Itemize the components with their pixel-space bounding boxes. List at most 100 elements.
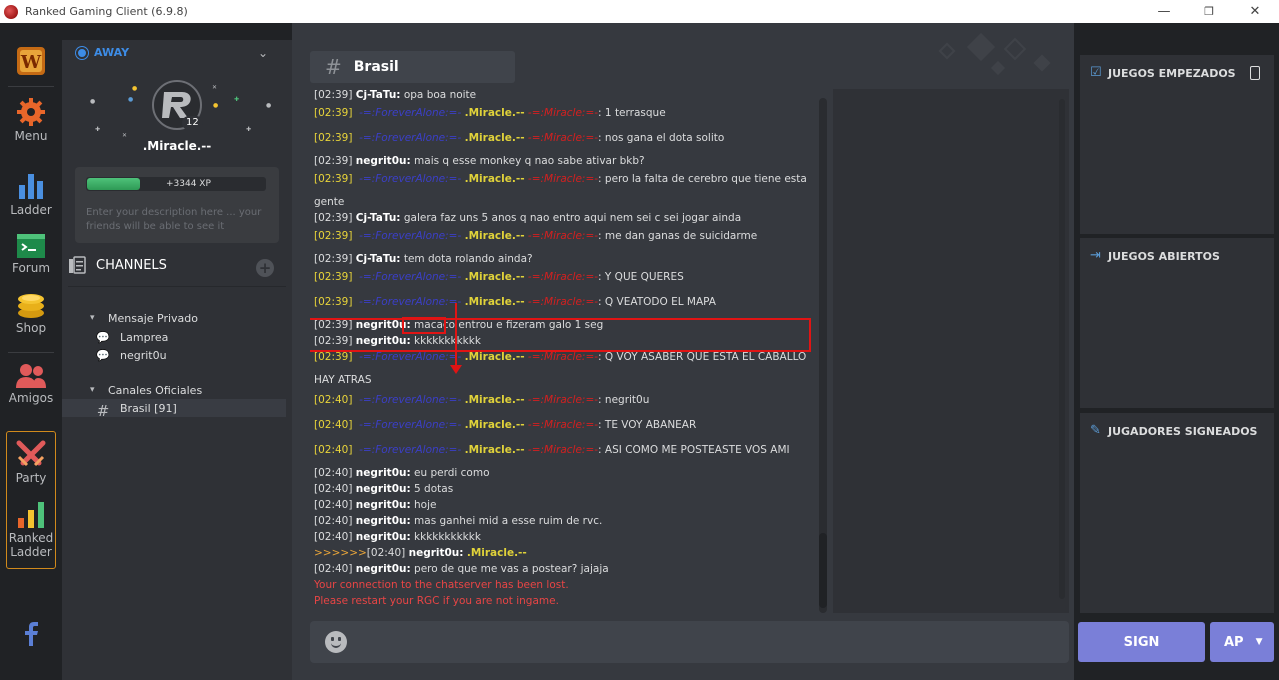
chevron-down-icon: ▾ — [90, 385, 95, 395]
chevron-down-icon: ▼ — [1255, 637, 1263, 647]
friends-button[interactable]: Amigos — [0, 363, 62, 405]
message-list: [02:39] Cj-TaTu: opa boa noite [02:39] -… — [310, 89, 820, 613]
group-label: Canales Oficiales — [108, 383, 203, 397]
ladder-label: Ladder — [10, 203, 52, 217]
chat-message: [02:39] -=:ForeverAlone:=- .Miracle.-- -… — [314, 173, 807, 208]
forum-button[interactable]: Forum — [0, 233, 62, 275]
message-input[interactable] — [310, 621, 1069, 663]
game-logo-button[interactable]: W — [0, 45, 62, 77]
chat-message: [02:39] -=:ForeverAlone:=- .Miracle.-- -… — [314, 296, 716, 308]
restore-button[interactable]: ❐ — [1186, 0, 1232, 23]
chat-message: [02:39] negrit0u: mais q esse monkey q n… — [314, 155, 645, 167]
hash-icon: # — [325, 55, 342, 79]
minimize-button[interactable]: — — [1141, 0, 1187, 23]
highlight-box — [310, 318, 811, 352]
user-list-panel — [833, 89, 1069, 613]
hash-icon: # — [96, 402, 110, 420]
signed-players-list — [1080, 449, 1274, 613]
chat-message: [02:40] negrit0u: hoje — [314, 499, 437, 511]
chevron-down-icon[interactable]: ⌄ — [258, 46, 268, 60]
sparkle-icon: ✚ — [234, 96, 240, 103]
chat-message: [02:39] Cj-TaTu: galera faz uns 5 anos q… — [314, 212, 742, 224]
ap-label: AP — [1224, 634, 1244, 650]
private-messages-toggle[interactable]: ▾ Mensaje Privado — [90, 310, 286, 326]
status-label: AWAY — [94, 46, 130, 59]
away-status-icon — [76, 46, 88, 59]
sparkle-icon: ✚ — [95, 126, 101, 133]
sparkle-icon: ✕ — [212, 84, 218, 91]
window-title: Ranked Gaming Client (6.9.8) — [25, 5, 188, 18]
nav-rail: W Menu Ladder Forum Shop Amigos Party Ra… — [0, 23, 62, 680]
status-selector[interactable]: AWAY — [76, 46, 129, 59]
chat-panel: # Brasil [02:39] Cj-TaTu: opa boa noite … — [292, 23, 1074, 680]
toggle-switch[interactable] — [1250, 66, 1260, 80]
chat-message: [02:40] negrit0u: 5 dotas — [314, 483, 454, 495]
started-games-list — [1080, 91, 1274, 234]
chat-message: [02:40] negrit0u: eu perdi como — [314, 467, 490, 479]
party-button[interactable]: Party — [0, 439, 62, 485]
section-title: JUGADORES SIGNEADOS — [1108, 424, 1258, 438]
menu-label: Menu — [14, 129, 48, 143]
chat-message: [02:39] -=:ForeverAlone:=- .Miracle.-- -… — [314, 230, 758, 242]
signed-players-header[interactable]: ✎ JUGADORES SIGNEADOS — [1080, 413, 1274, 449]
pm-item-lamprea[interactable]: 💬 Lamprea — [62, 328, 286, 346]
highlight-word-box — [402, 317, 446, 334]
channel-tab[interactable]: # Brasil — [310, 51, 515, 83]
crossed-swords-icon — [16, 440, 46, 467]
started-games-header[interactable]: ☑ JUEGOS EMPEZADOS — [1080, 55, 1274, 91]
ap-dropdown-button[interactable]: AP ▼ — [1210, 622, 1274, 662]
close-button[interactable]: ✕ — [1232, 0, 1278, 23]
chevron-down-icon: ▾ — [90, 313, 95, 323]
xp-label: +3344 XP — [166, 179, 211, 189]
chat-bubble-icon: 💬 — [96, 349, 110, 362]
error-message: Please restart your RGC if you are not i… — [314, 595, 559, 607]
sign-button[interactable]: SIGN — [1078, 622, 1205, 662]
rail-divider — [8, 86, 54, 87]
annotation-arrow-head — [450, 365, 462, 374]
section-title: JUEGOS EMPEZADOS — [1108, 66, 1236, 80]
facebook-button[interactable] — [0, 621, 62, 647]
chat-message: [02:40] -=:ForeverAlone:=- .Miracle.-- -… — [314, 419, 697, 431]
pm-label: negrit0u — [120, 348, 167, 362]
chat-message: [02:40] negrit0u: mas ganhei mid a esse … — [314, 515, 603, 527]
rail-divider — [8, 352, 54, 353]
chat-message: [02:40] negrit0u: pero de que me vas a p… — [314, 563, 609, 575]
official-channels-toggle[interactable]: ▾ Canales Oficiales — [90, 382, 286, 398]
friends-label: Amigos — [8, 391, 54, 405]
error-message: Your connection to the chatserver has be… — [314, 579, 569, 591]
chat-message: [02:40] -=:ForeverAlone:=- .Miracle.-- -… — [314, 444, 790, 456]
channel-item-brasil[interactable]: # Brasil [91] — [62, 399, 286, 420]
add-channel-button[interactable]: + — [256, 259, 274, 277]
pm-label: Lamprea — [120, 330, 169, 344]
edit-icon: ✎ — [1090, 423, 1101, 438]
channels-title: CHANNELS — [96, 257, 167, 273]
chat-message: [02:40] -=:ForeverAlone:=- .Miracle.-- -… — [314, 394, 650, 406]
chat-message: [02:39] -=:ForeverAlone:=- .Miracle.-- -… — [314, 271, 684, 283]
sparkle-icon: ✕ — [122, 132, 128, 139]
app-logo-icon — [4, 4, 18, 19]
official-channel-list: # Brasil [91] — [62, 399, 286, 420]
user-list-scrollbar[interactable] — [1059, 99, 1065, 599]
emoji-icon[interactable] — [325, 631, 347, 653]
ladder-button[interactable]: Ladder — [0, 171, 62, 217]
friends-icon — [16, 364, 46, 388]
ranked-ladder-button[interactable]: Ranked Ladder — [0, 501, 62, 559]
open-games-header[interactable]: ⇥ JUEGOS ABIERTOS — [1080, 238, 1274, 274]
sparkle-icon: ✚ — [246, 126, 252, 133]
ranked-ladder-icon — [18, 502, 44, 528]
menu-button[interactable]: Menu — [0, 97, 62, 143]
channel-label: Brasil [91] — [120, 401, 177, 415]
sparkle-icon: ● — [266, 102, 272, 109]
sparkle-icon: ● — [132, 85, 138, 92]
divider — [68, 286, 286, 287]
sparkle-icon: ● — [213, 102, 219, 109]
chat-message: [02:40] negrit0u: kkkkkkkkkkk — [314, 531, 481, 543]
username: .Miracle.-- — [142, 139, 212, 153]
chat-scrollbar-thumb[interactable] — [819, 533, 827, 608]
shop-button[interactable]: Shop — [0, 291, 62, 335]
pm-item-negrit0u[interactable]: 💬 negrit0u — [62, 346, 286, 364]
description-input[interactable]: Enter your description here ... your fri… — [86, 206, 272, 234]
sparkle-icon: ● — [128, 96, 134, 103]
xp-progress-fill — [87, 178, 140, 190]
chat-bubble-icon: 💬 — [96, 331, 110, 344]
